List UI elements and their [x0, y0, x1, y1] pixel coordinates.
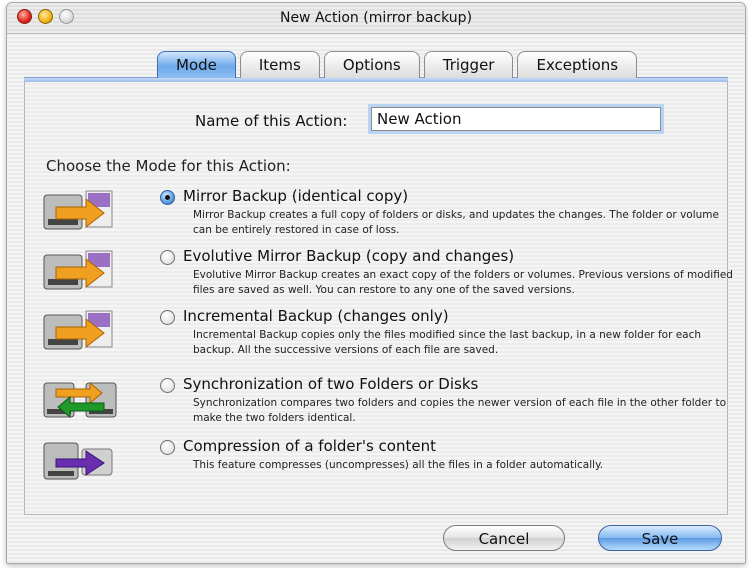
tab-trigger[interactable]: Trigger: [423, 51, 514, 78]
mode-option-compression[interactable]: Compression of a folder's content This f…: [42, 437, 722, 497]
evolutive-backup-icon: [43, 250, 113, 290]
mode-option-evolutive[interactable]: Evolutive Mirror Backup (copy and change…: [42, 247, 733, 307]
window-title: New Action (mirror backup): [279, 10, 473, 26]
mode-description: Synchronization compares two folders and…: [193, 397, 726, 424]
mode-description: Evolutive Mirror Backup creates an exact…: [193, 269, 733, 296]
radio-synchronization[interactable]: [160, 378, 175, 393]
mode-panel: Name of this Action: Choose the Mode for…: [24, 81, 733, 515]
mode-option-mirror[interactable]: Mirror Backup (identical copy) Mirror Ba…: [42, 187, 722, 247]
save-button[interactable]: Save: [598, 525, 722, 551]
mode-option-synchronization[interactable]: Synchronization of two Folders or Disks …: [42, 375, 726, 435]
choose-mode-label: Choose the Mode for this Action:: [46, 157, 291, 175]
mode-description: Incremental Backup copies only the files…: [193, 329, 702, 356]
tab-mode[interactable]: Mode: [157, 51, 236, 78]
mode-title: Evolutive Mirror Backup (copy and change…: [183, 247, 515, 265]
tab-options[interactable]: Options: [323, 51, 420, 78]
mode-description: This feature compresses (uncompresses) a…: [193, 459, 604, 471]
tab-items[interactable]: Items: [239, 51, 320, 78]
mode-title: Compression of a folder's content: [183, 437, 436, 455]
radio-evolutive-backup[interactable]: [160, 250, 175, 265]
mode-title: Incremental Backup (changes only): [183, 307, 449, 325]
incremental-backup-icon: [43, 310, 113, 350]
title-bar[interactable]: New Action (mirror backup): [7, 3, 745, 34]
mode-option-incremental[interactable]: Incremental Backup (changes only) Increm…: [42, 307, 722, 367]
mirror-backup-icon: [43, 190, 113, 230]
mode-title: Synchronization of two Folders or Disks: [183, 375, 479, 393]
radio-compression[interactable]: [160, 440, 175, 455]
compression-icon: [43, 442, 113, 480]
tab-bar: Mode Items Options Trigger Exceptions: [157, 51, 641, 79]
radio-incremental-backup[interactable]: [160, 310, 175, 325]
cancel-button[interactable]: Cancel: [443, 525, 565, 551]
mode-description: Mirror Backup creates a full copy of fol…: [193, 209, 719, 236]
mode-title: Mirror Backup (identical copy): [183, 187, 409, 205]
tab-exceptions[interactable]: Exceptions: [517, 51, 638, 78]
radio-mirror-backup[interactable]: [160, 190, 175, 205]
synchronization-icon: [43, 381, 117, 419]
dialog-window: New Action (mirror backup) Mode Items Op…: [6, 2, 746, 564]
action-name-label: Name of this Action:: [195, 112, 348, 130]
action-name-input[interactable]: [371, 107, 661, 131]
